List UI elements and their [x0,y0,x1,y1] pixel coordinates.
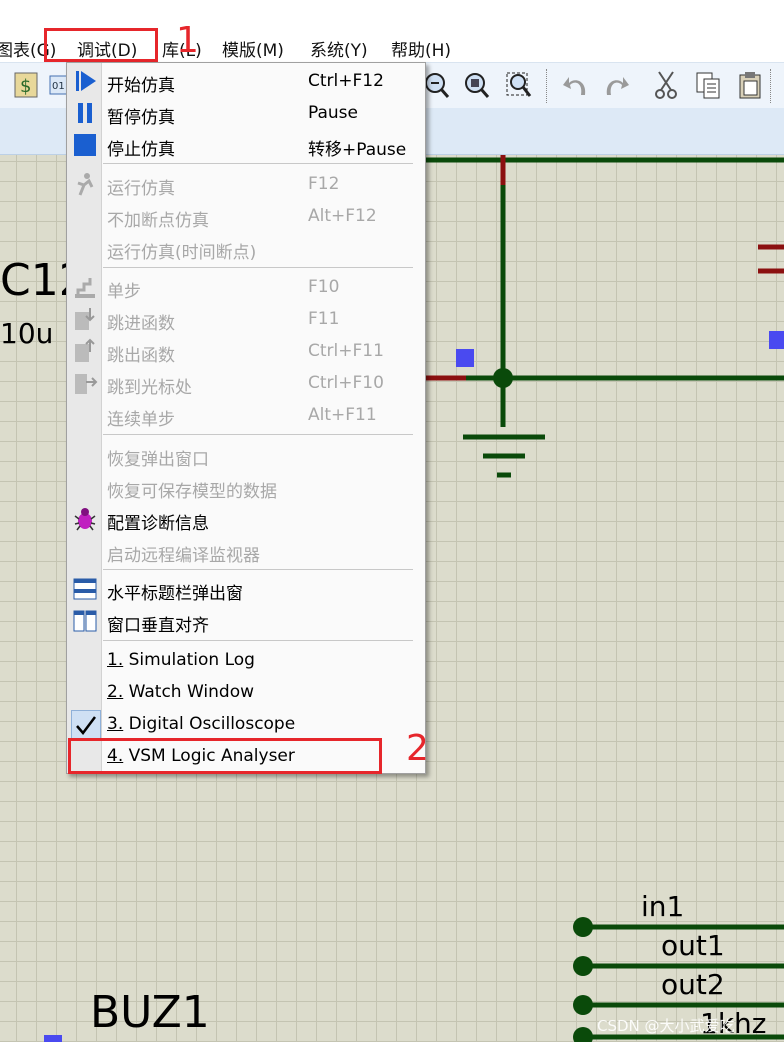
menu-item-continuous-step[interactable]: 连续单步 Alt+F11 [67,399,425,431]
step-out-icon [71,337,99,365]
annotation-1: 1 [176,20,199,61]
menu-item-remote-debug-monitor[interactable]: 启动远程编译监视器 [67,535,425,567]
step-into-icon [71,305,99,333]
menu-item-label: 配置诊断信息 [107,514,209,534]
run-to-cursor-icon [71,369,99,397]
menu-item-configure-diagnostics[interactable]: 配置诊断信息 [67,503,425,535]
menu-separator [103,434,413,435]
menu-item-label: 2. Watch Window [107,682,254,702]
svg-text:01: 01 [52,81,65,92]
dollar-icon[interactable]: $ [10,69,42,101]
menu-item-tile-horizontal[interactable]: 水平标题栏弹出窗 [67,573,425,605]
menu-item-tile-vertical[interactable]: 窗口垂直对齐 [67,605,425,637]
menu-item-label: 启动远程编译监视器 [107,546,260,566]
menu-item-label: 跳进函数 [107,314,175,334]
menu-item-run-simulation[interactable]: 运行仿真 F12 [67,168,425,200]
menu-separator [103,163,413,164]
menu-item-label: 3. Digital Oscilloscope [107,714,296,734]
paste-icon[interactable] [734,69,766,101]
menu-item-shortcut: Ctrl+F11 [308,341,384,361]
annotation-2: 2 [406,728,429,769]
buz1-label: BUZ1 [90,987,210,1038]
menu-template[interactable]: 模版(M) [222,36,284,61]
debug-dropdown-menu: 开始仿真 Ctrl+F12 暂停仿真 Pause 停止仿真 转移+Pause 运… [66,62,426,774]
menu-item-step-out[interactable]: 跳出函数 Ctrl+F11 [67,335,425,367]
menu-item-shortcut: Alt+F11 [308,405,377,425]
menu-item-shortcut: F11 [308,309,340,329]
menu-item-run-without-breakpoints[interactable]: 不加断点仿真 Alt+F12 [67,200,425,232]
menu-item-label: 1. Simulation Log [107,650,255,670]
stop-icon [71,131,99,159]
menu-item-label: 恢复弹出窗口 [107,450,209,470]
menu-item-label: 恢复可保存模型的数据 [107,482,277,502]
menu-item-shortcut: Ctrl+F10 [308,373,384,393]
tile-vertical-icon [71,607,99,635]
menu-item-shortcut: F12 [308,174,340,194]
undo-icon[interactable] [560,69,592,101]
menu-help[interactable]: 帮助(H) [391,36,451,61]
play-icon [71,67,99,95]
port-out2-label: out2 [661,968,725,1001]
copy-icon[interactable] [692,69,724,101]
port-out1-label: out1 [661,929,725,962]
menu-separator [103,640,413,641]
check-icon [71,710,101,740]
menu-item-shortcut: Pause [308,103,358,123]
menu-item-label: 运行仿真 [107,179,175,199]
menu-item-pause-simulation[interactable]: 暂停仿真 Pause [67,97,425,129]
menu-item-shortcut: Alt+F12 [308,206,377,226]
menu-item-stop-simulation[interactable]: 停止仿真 转移+Pause [67,129,425,161]
menu-item-step[interactable]: 单步 F10 [67,271,425,303]
tile-horizontal-icon [71,575,99,603]
menu-item-label: 单步 [107,282,141,302]
svg-text:$: $ [20,76,31,97]
menu-item-label: 运行仿真(时间断点) [107,243,257,263]
toolbar-separator [546,69,549,103]
menu-item-step-into[interactable]: 跳进函数 F11 [67,303,425,335]
menu-item-run-to-cursor[interactable]: 跳到光标处 Ctrl+F10 [67,367,425,399]
menu-item-label: 开始仿真 [107,76,175,96]
toolbar-separator [770,69,773,103]
cut-icon[interactable] [650,69,682,101]
menu-item-restore-model-data[interactable]: 恢复可保存模型的数据 [67,471,425,503]
port-in1-label: in1 [641,890,685,923]
zoom-all-icon[interactable] [460,69,492,101]
menu-item-run-time-breakpoint[interactable]: 运行仿真(时间断点) [67,232,425,264]
menu-item-label: 连续单步 [107,410,175,430]
redo-icon[interactable] [600,69,632,101]
zoom-area-icon[interactable] [502,69,534,101]
menu-item-label: 停止仿真 [107,140,175,160]
menu-item-start-simulation[interactable]: 开始仿真 Ctrl+F12 [67,65,425,97]
menu-item-simulation-log[interactable]: 1. Simulation Log [67,644,425,676]
menu-separator [103,267,413,268]
menu-item-shortcut: 转移+Pause [308,140,407,160]
menu-item-label: 跳出函数 [107,346,175,366]
menu-system[interactable]: 系统(Y) [310,36,368,61]
watermark: CSDN @大小武爱吃 [597,1017,735,1035]
menu-item-digital-oscilloscope[interactable]: 3. Digital Oscilloscope [67,708,425,740]
c12-value: 10u [0,317,54,350]
menu-item-label: 暂停仿真 [107,108,175,128]
menu-item-label: 水平标题栏弹出窗 [107,584,243,604]
highlight-box-debug-menu [44,28,158,62]
menu-separator [103,569,413,570]
menu-item-shortcut: F10 [308,277,340,297]
run-icon [71,170,99,198]
pause-icon [71,99,99,127]
menu-item-restore-popups[interactable]: 恢复弹出窗口 [67,439,425,471]
bug-icon [71,505,99,533]
menu-item-watch-window[interactable]: 2. Watch Window [67,676,425,708]
menu-item-label: 不加断点仿真 [107,211,209,231]
menu-item-label: 跳到光标处 [107,378,192,398]
highlight-box-logic-analyser [68,738,382,774]
menu-item-label: 窗口垂直对齐 [107,616,209,636]
step-icon [71,273,99,301]
menu-item-shortcut: Ctrl+F12 [308,71,384,91]
